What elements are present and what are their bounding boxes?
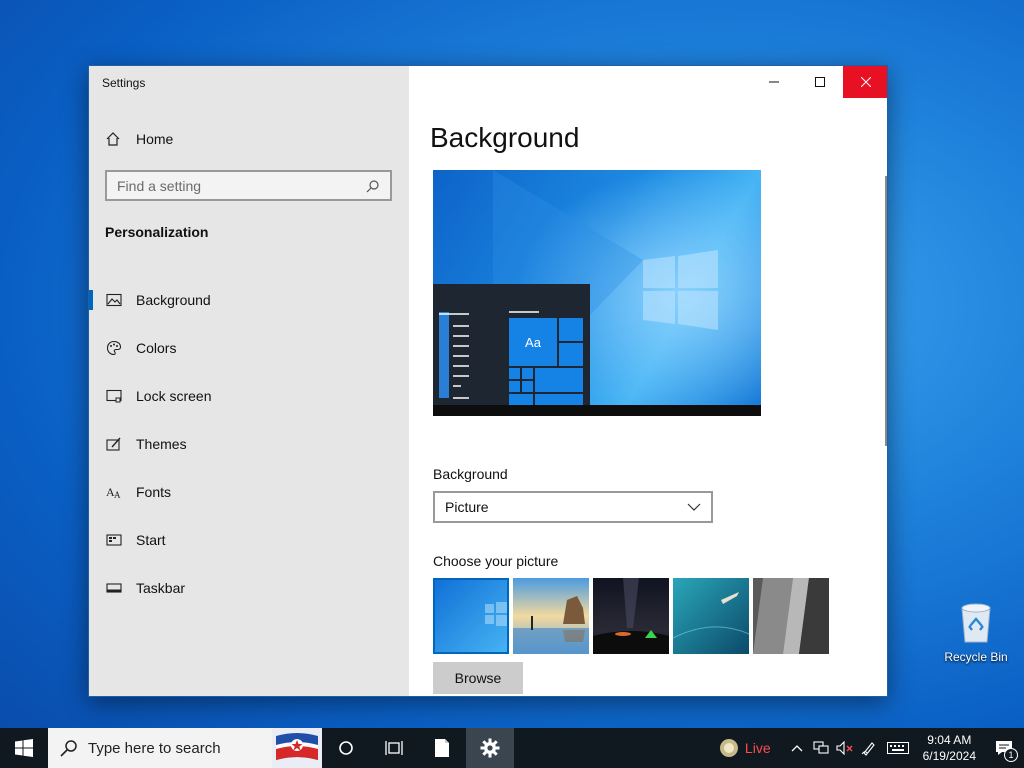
preview-start-menu: Aa — [433, 284, 590, 405]
caption-buttons — [751, 66, 887, 98]
lock-screen-icon — [106, 388, 122, 404]
maximize-icon — [815, 77, 825, 87]
start-button[interactable] — [0, 728, 48, 768]
gear-icon — [480, 738, 500, 758]
clock-date: 6/19/2024 — [922, 749, 976, 763]
clock[interactable]: 9:04 AM 6/19/2024 — [923, 732, 976, 764]
settings-search-input[interactable] — [117, 177, 366, 194]
background-label: Background — [433, 466, 508, 482]
settings-content: Background Aa Background Picture Choose … — [409, 66, 887, 696]
content-scrollbar[interactable] — [885, 176, 887, 446]
close-icon — [861, 77, 871, 87]
pen-ink-icon[interactable] — [857, 728, 881, 768]
nav-item-label: Background — [136, 292, 211, 308]
nav-home-label: Home — [136, 131, 174, 147]
browse-button[interactable]: Browse — [433, 662, 523, 694]
nav-item-themes[interactable]: Themes — [89, 420, 409, 468]
thumbnail-beach-rocks[interactable] — [513, 578, 589, 654]
nav-item-taskbar[interactable]: Taskbar — [89, 564, 409, 612]
network-icon[interactable] — [809, 728, 833, 768]
fonts-icon: AA — [106, 484, 122, 500]
task-view-button[interactable] — [370, 728, 418, 768]
nav-item-label: Themes — [136, 436, 187, 452]
clock-time: 9:04 AM — [927, 733, 972, 747]
minimize-icon — [769, 81, 779, 83]
search-highlight-flag-icon[interactable] — [272, 728, 322, 768]
document-icon — [435, 739, 449, 757]
window-title: Settings — [102, 76, 146, 90]
background-dropdown-value: Picture — [445, 499, 489, 515]
thumbnail-underwater-swimmer[interactable] — [673, 578, 749, 654]
recycle-bin[interactable]: Recycle Bin — [940, 600, 1012, 664]
taskbar-app-settings[interactable] — [466, 728, 514, 768]
taskbar-search[interactable] — [48, 728, 322, 768]
nav-item-lock-screen[interactable]: Lock screen — [89, 372, 409, 420]
nav-item-label: Start — [136, 532, 166, 548]
task-view-icon — [385, 741, 403, 755]
preview-taskbar — [433, 405, 761, 416]
volume-muted-icon[interactable] — [833, 728, 857, 768]
background-dropdown[interactable]: Picture — [433, 491, 713, 523]
home-icon — [105, 131, 121, 147]
page-title: Background — [430, 122, 580, 153]
thumbnail-night-sky-tent[interactable] — [593, 578, 669, 654]
maximize-button[interactable] — [797, 66, 843, 98]
svg-text:A: A — [114, 490, 121, 500]
start-icon — [106, 532, 122, 548]
keyboard-icon[interactable] — [881, 728, 915, 768]
settings-nav-pane: Settings Home Personalization Background — [89, 66, 409, 696]
nav-item-label: Taskbar — [136, 580, 186, 596]
nav-list: Background Colors Lock screen Themes A A… — [89, 276, 409, 612]
notification-count-badge: 1 — [1004, 748, 1018, 762]
thumbnail-windows-blue[interactable] — [433, 578, 509, 654]
nav-item-background[interactable]: Background — [89, 276, 409, 324]
choose-picture-label: Choose your picture — [433, 553, 559, 569]
thumbnail-rock-cliff[interactable] — [753, 578, 829, 654]
weather-widget-icon[interactable] — [717, 728, 741, 768]
system-tray: Live 9:04 AM 6/19/2024 1 — [717, 728, 1024, 768]
live-label[interactable]: Live — [745, 740, 771, 756]
nav-home[interactable]: Home — [105, 128, 173, 150]
recycle-bin-icon — [956, 600, 996, 644]
taskbar: Live 9:04 AM 6/19/2024 1 — [0, 728, 1024, 768]
nav-item-fonts[interactable]: AA Fonts — [89, 468, 409, 516]
search-icon[interactable] — [366, 179, 380, 193]
nav-item-label: Fonts — [136, 484, 172, 500]
search-icon — [60, 740, 77, 757]
taskbar-icon — [106, 580, 122, 596]
windows-logo-icon — [15, 739, 33, 757]
recycle-bin-label: Recycle Bin — [944, 650, 1008, 664]
section-title: Personalization — [105, 224, 209, 240]
cortana-circle-icon — [339, 741, 353, 755]
settings-search[interactable] — [105, 170, 392, 201]
action-center-button[interactable]: 1 — [984, 728, 1024, 768]
nav-item-colors[interactable]: Colors — [89, 324, 409, 372]
picture-thumbnails — [433, 578, 829, 654]
nav-item-label: Lock screen — [136, 388, 212, 404]
tray-overflow-chevron-icon[interactable] — [785, 728, 809, 768]
cortana-button[interactable] — [322, 728, 370, 768]
desktop-preview: Aa — [433, 170, 761, 416]
minimize-button[interactable] — [751, 66, 797, 98]
taskbar-app-notepad[interactable] — [418, 728, 466, 768]
settings-window: Settings Home Personalization Background — [88, 65, 888, 697]
themes-icon — [106, 436, 122, 452]
close-button[interactable] — [843, 66, 887, 98]
picture-icon — [106, 292, 122, 308]
nav-item-label: Colors — [136, 340, 177, 356]
nav-item-start[interactable]: Start — [89, 516, 409, 564]
chevron-down-icon — [687, 503, 701, 511]
palette-icon — [106, 340, 122, 356]
taskbar-search-input[interactable] — [88, 739, 278, 757]
preview-tile-text: Aa — [525, 335, 542, 350]
